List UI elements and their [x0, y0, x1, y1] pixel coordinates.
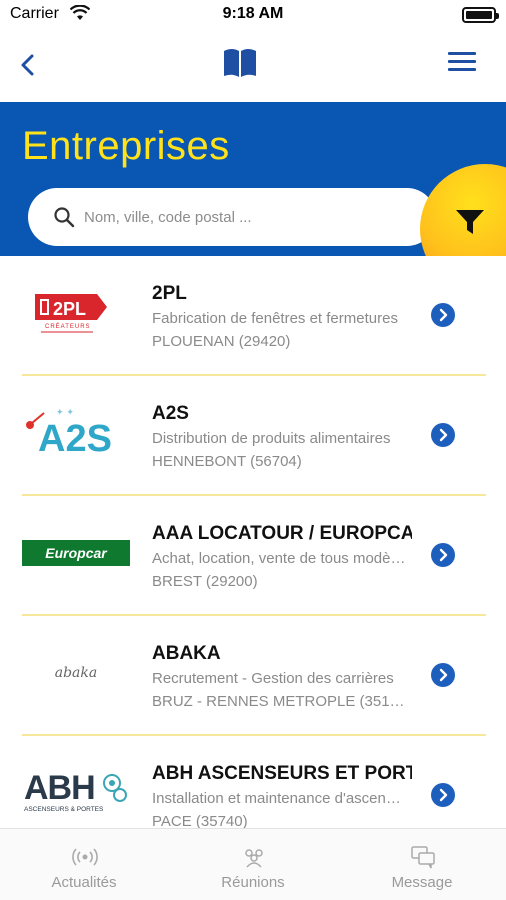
- chevron-right-icon[interactable]: [431, 423, 455, 447]
- battery-icon: [462, 7, 499, 23]
- menu-line: [448, 68, 476, 71]
- company-row[interactable]: 2PL CRÉATEURS 2PL Fabrication de fenêtre…: [0, 256, 506, 376]
- tab-message[interactable]: Message: [338, 829, 506, 900]
- tab-label: Message: [391, 874, 453, 891]
- company-logo-abaka: abaka: [20, 638, 132, 708]
- people-group-icon: [245, 849, 263, 868]
- chevron-right-icon[interactable]: [431, 783, 455, 807]
- tab-label: Réunions: [221, 874, 285, 891]
- company-logo-a2s: ✦ ✦ A2S: [20, 398, 132, 468]
- company-logo-2pl: 2PL CRÉATEURS: [20, 278, 132, 348]
- company-name: A2S: [152, 403, 189, 424]
- europcar-logo-text: Europcar: [22, 540, 130, 566]
- search-bar[interactable]: [28, 188, 436, 246]
- company-row[interactable]: ABH ASCENSEURS & PORTES ABH ASCENSEURS E…: [0, 736, 506, 828]
- status-bar: Carrier 9:18 AM: [0, 0, 506, 30]
- svg-text:A2S: A2S: [38, 418, 112, 460]
- company-city: PLOUENAN (29420): [152, 333, 291, 350]
- company-name: ABH ASCENSEURS ET PORTES: [152, 763, 412, 784]
- svg-text:ABH: ABH: [24, 769, 95, 807]
- broadcast-icon: [72, 848, 98, 866]
- company-description: Fabrication de fenêtres et fermetures: [152, 310, 398, 327]
- filter-funnel-icon: [456, 210, 484, 234]
- company-description: Achat, location, vente de tous modèles: [152, 550, 407, 567]
- company-row[interactable]: abaka ABAKA Recrutement - Gestion des ca…: [0, 616, 506, 736]
- hamburger-menu-icon[interactable]: [448, 52, 476, 74]
- menu-line: [448, 52, 476, 55]
- company-row[interactable]: ✦ ✦ A2S A2S Distribution de produits ali…: [0, 376, 506, 496]
- filter-button[interactable]: [420, 164, 506, 256]
- chat-bubbles-icon: [411, 846, 435, 869]
- svg-text:2PL: 2PL: [53, 299, 86, 319]
- company-row[interactable]: Europcar AAA LOCATOUR / EUROPCAR Achat, …: [0, 496, 506, 616]
- company-logo-abh: ABH ASCENSEURS & PORTES: [20, 758, 132, 828]
- tab-bar: Actualités Réunions Message: [0, 828, 506, 900]
- chevron-left-icon[interactable]: [14, 50, 44, 80]
- page-header: Entreprises: [0, 102, 506, 256]
- company-logo-europcar: Europcar: [20, 518, 132, 588]
- svg-text:ASCENSEURS & PORTES: ASCENSEURS & PORTES: [24, 806, 104, 813]
- page-title: Entreprises: [22, 124, 230, 168]
- status-time: 9:18 AM: [222, 5, 284, 22]
- chevron-right-icon[interactable]: [431, 663, 455, 687]
- search-input[interactable]: [84, 204, 414, 230]
- company-city: BRUZ - RENNES METROPLE (35170): [152, 693, 407, 710]
- company-city: BREST (29200): [152, 573, 258, 590]
- tab-reunions[interactable]: Réunions: [169, 829, 337, 900]
- company-city: PACE (35740): [152, 813, 248, 828]
- abaka-logo-text: abaka: [54, 665, 98, 681]
- company-list: 2PL CRÉATEURS 2PL Fabrication de fenêtre…: [0, 256, 506, 828]
- chevron-right-icon[interactable]: [431, 303, 455, 327]
- company-description: Distribution de produits alimentaires: [152, 430, 391, 447]
- navigation-bar: [0, 30, 506, 102]
- tab-actualites[interactable]: Actualités: [0, 829, 168, 900]
- company-description: Recrutement - Gestion des carrières: [152, 670, 394, 687]
- menu-line: [448, 60, 476, 63]
- svg-text:✦ ✦: ✦ ✦: [56, 408, 74, 418]
- book-icon[interactable]: [222, 45, 258, 81]
- tab-label: Actualités: [51, 874, 117, 891]
- chevron-right-icon[interactable]: [431, 543, 455, 567]
- company-description: Installation et maintenance d'ascenseurs: [152, 790, 407, 807]
- company-name: 2PL: [152, 283, 187, 304]
- svg-text:CRÉATEURS: CRÉATEURS: [45, 323, 91, 330]
- company-city: HENNEBONT (56704): [152, 453, 302, 470]
- search-icon: [54, 207, 75, 228]
- company-name: AAA LOCATOUR / EUROPCAR: [152, 523, 412, 544]
- company-name: ABAKA: [152, 643, 221, 664]
